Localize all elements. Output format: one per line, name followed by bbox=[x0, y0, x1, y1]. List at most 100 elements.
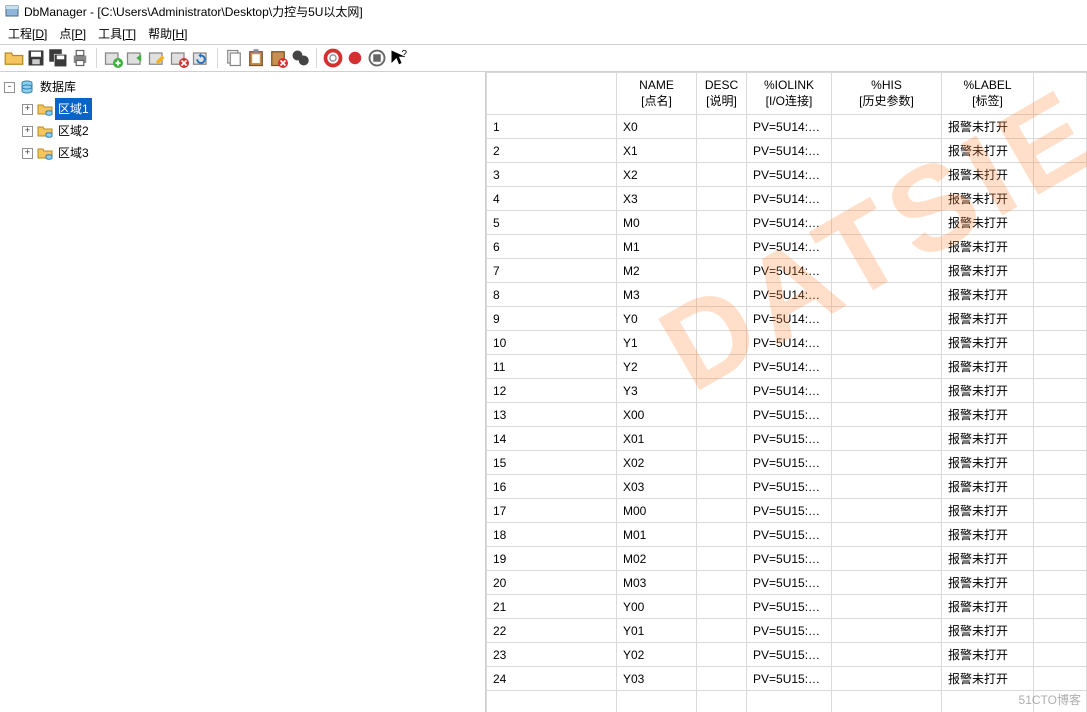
cell-his[interactable] bbox=[832, 523, 942, 547]
cell-iolink[interactable]: PV=5U14:Se... bbox=[747, 283, 832, 307]
expand-icon[interactable]: + bbox=[22, 104, 33, 115]
cell-extra[interactable] bbox=[1034, 595, 1087, 619]
cell-his[interactable] bbox=[832, 427, 942, 451]
col-header-his[interactable]: %HIS[历史参数] bbox=[832, 73, 942, 115]
cell-his[interactable] bbox=[832, 475, 942, 499]
cell-label[interactable]: 报警未打开 bbox=[942, 595, 1034, 619]
cell-desc[interactable] bbox=[697, 211, 747, 235]
cell-extra[interactable] bbox=[1034, 427, 1087, 451]
cell-name[interactable]: X03 bbox=[617, 475, 697, 499]
table-row[interactable]: 21Y00PV=5U15:Se...报警未打开 bbox=[487, 595, 1087, 619]
cell-desc[interactable] bbox=[697, 595, 747, 619]
cell-desc[interactable] bbox=[697, 187, 747, 211]
cell-extra[interactable] bbox=[1034, 571, 1087, 595]
cell-iolink[interactable]: PV=5U15:Se... bbox=[747, 523, 832, 547]
cell-name[interactable]: X0 bbox=[617, 115, 697, 139]
cell-label[interactable]: 报警未打开 bbox=[942, 403, 1034, 427]
cell-name[interactable]: M0 bbox=[617, 211, 697, 235]
print-icon[interactable] bbox=[70, 48, 90, 68]
table-row[interactable]: 15X02PV=5U15:Se...报警未打开 bbox=[487, 451, 1087, 475]
cell-his[interactable] bbox=[832, 187, 942, 211]
cell-name[interactable]: Y1 bbox=[617, 331, 697, 355]
tree-node[interactable]: +区域2 bbox=[22, 120, 483, 142]
cell-label[interactable]: 报警未打开 bbox=[942, 667, 1034, 691]
cell-iolink[interactable]: PV=5U14:Se... bbox=[747, 355, 832, 379]
row-header[interactable]: 14 bbox=[487, 427, 617, 451]
cell-desc[interactable] bbox=[697, 643, 747, 667]
find-icon[interactable] bbox=[290, 48, 310, 68]
table-row[interactable]: 8M3PV=5U14:Se...报警未打开 bbox=[487, 283, 1087, 307]
row-header[interactable]: 10 bbox=[487, 331, 617, 355]
cell-iolink[interactable]: PV=5U15:Se... bbox=[747, 499, 832, 523]
row-header[interactable]: 9 bbox=[487, 307, 617, 331]
cell-name[interactable]: X01 bbox=[617, 427, 697, 451]
cell-name[interactable]: Y0 bbox=[617, 307, 697, 331]
table-row[interactable]: 7M2PV=5U14:Se...报警未打开 bbox=[487, 259, 1087, 283]
row-header[interactable]: 18 bbox=[487, 523, 617, 547]
col-header-desc[interactable]: DESC[说明] bbox=[697, 73, 747, 115]
cell-desc[interactable] bbox=[697, 523, 747, 547]
cell-his[interactable] bbox=[832, 403, 942, 427]
table-row[interactable]: 6M1PV=5U14:Se...报警未打开 bbox=[487, 235, 1087, 259]
cell-extra[interactable] bbox=[1034, 451, 1087, 475]
row-header[interactable]: 3 bbox=[487, 163, 617, 187]
col-header-extra[interactable] bbox=[1034, 73, 1087, 115]
row-header[interactable]: 5 bbox=[487, 211, 617, 235]
cell-his[interactable] bbox=[832, 163, 942, 187]
cell-label[interactable]: 报警未打开 bbox=[942, 523, 1034, 547]
row-header[interactable]: 6 bbox=[487, 235, 617, 259]
cut-icon[interactable] bbox=[268, 48, 288, 68]
cell-desc[interactable] bbox=[697, 235, 747, 259]
cell-extra[interactable] bbox=[1034, 523, 1087, 547]
copy-icon[interactable] bbox=[224, 48, 244, 68]
cell-name[interactable]: Y00 bbox=[617, 595, 697, 619]
edit-icon[interactable] bbox=[147, 48, 167, 68]
row-header[interactable]: 15 bbox=[487, 451, 617, 475]
collapse-icon[interactable]: - bbox=[4, 82, 15, 93]
cell-extra[interactable] bbox=[1034, 403, 1087, 427]
table-row[interactable]: 17M00PV=5U15:Se...报警未打开 bbox=[487, 499, 1087, 523]
cell-his[interactable] bbox=[832, 643, 942, 667]
cell-label[interactable]: 报警未打开 bbox=[942, 211, 1034, 235]
stop-icon[interactable] bbox=[367, 48, 387, 68]
cell-his[interactable] bbox=[832, 379, 942, 403]
grid-panel[interactable]: NAME[点名] DESC[说明] %IOLINK[I/O连接] %HIS[历史… bbox=[486, 72, 1087, 712]
row-header[interactable]: 24 bbox=[487, 667, 617, 691]
cell-iolink[interactable]: PV=5U14:Se... bbox=[747, 187, 832, 211]
cell-desc[interactable] bbox=[697, 139, 747, 163]
table-row[interactable]: 9Y0PV=5U14:Se...报警未打开 bbox=[487, 307, 1087, 331]
cell-extra[interactable] bbox=[1034, 547, 1087, 571]
tree-node[interactable]: +区域1 bbox=[22, 98, 483, 120]
cell-name[interactable]: Y02 bbox=[617, 643, 697, 667]
cell-desc[interactable] bbox=[697, 355, 747, 379]
table-row[interactable]: 22Y01PV=5U15:Se...报警未打开 bbox=[487, 619, 1087, 643]
cell-desc[interactable] bbox=[697, 283, 747, 307]
table-row[interactable]: 18M01PV=5U15:Se...报警未打开 bbox=[487, 523, 1087, 547]
cell-his[interactable] bbox=[832, 331, 942, 355]
cell-label[interactable]: 报警未打开 bbox=[942, 259, 1034, 283]
table-row[interactable]: 24Y03PV=5U15:Se...报警未打开 bbox=[487, 667, 1087, 691]
cell-extra[interactable] bbox=[1034, 187, 1087, 211]
cell-desc[interactable] bbox=[697, 163, 747, 187]
cell-desc[interactable] bbox=[697, 571, 747, 595]
cell-his[interactable] bbox=[832, 667, 942, 691]
cell-desc[interactable] bbox=[697, 307, 747, 331]
paste-icon[interactable] bbox=[246, 48, 266, 68]
cell-iolink[interactable]: PV=5U15:Se... bbox=[747, 667, 832, 691]
cell-label[interactable]: 报警未打开 bbox=[942, 571, 1034, 595]
tree-root[interactable]: - 数据库 bbox=[4, 76, 483, 98]
cell-name[interactable]: M00 bbox=[617, 499, 697, 523]
cell-desc[interactable] bbox=[697, 259, 747, 283]
cell-desc[interactable] bbox=[697, 451, 747, 475]
cell-label[interactable]: 报警未打开 bbox=[942, 355, 1034, 379]
cell-desc[interactable] bbox=[697, 403, 747, 427]
cell-iolink[interactable]: PV=5U14:Se... bbox=[747, 307, 832, 331]
cell-label[interactable]: 报警未打开 bbox=[942, 139, 1034, 163]
table-row[interactable]: 2X1PV=5U14:Se...报警未打开 bbox=[487, 139, 1087, 163]
table-row[interactable]: 1X0PV=5U14:Se...报警未打开 bbox=[487, 115, 1087, 139]
table-row[interactable]: 23Y02PV=5U15:Se...报警未打开 bbox=[487, 643, 1087, 667]
cell-desc[interactable] bbox=[697, 547, 747, 571]
open-icon[interactable] bbox=[4, 48, 24, 68]
cell-label[interactable]: 报警未打开 bbox=[942, 427, 1034, 451]
cell-iolink[interactable]: PV=5U14:Se... bbox=[747, 235, 832, 259]
